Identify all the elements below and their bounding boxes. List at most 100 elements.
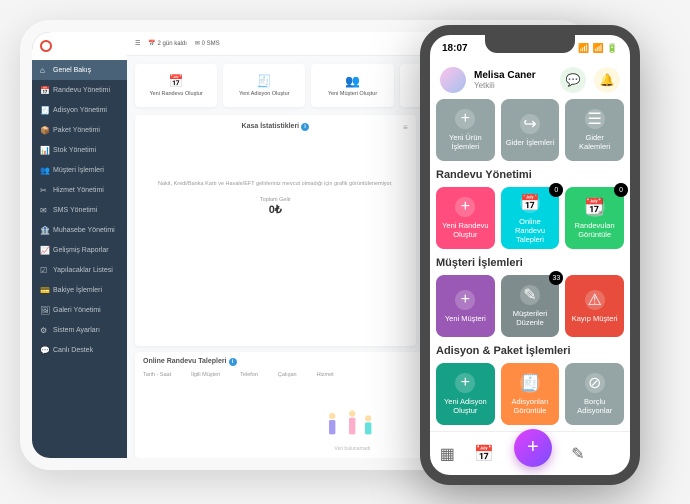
action-tile[interactable]: +Yeni Adisyon Oluştur xyxy=(436,363,495,425)
action-tile[interactable]: 📆Randevuları Görüntüle0 xyxy=(565,187,624,249)
tile-icon: ✎ xyxy=(520,285,540,305)
panel-title: Kasa İstatistiklerii xyxy=(143,123,408,131)
nav-grid-icon[interactable]: ▦ xyxy=(440,444,455,464)
sidebar-label: Gelişmiş Raporlar xyxy=(53,247,109,254)
sidebar-item[interactable]: 🖼 Galeri Yönetimi xyxy=(32,300,127,320)
quick-action-card[interactable]: 👥Yeni Müşteri Oluştur xyxy=(311,64,393,107)
sidebar-item[interactable]: ⌂Genel Bakış xyxy=(32,60,127,80)
total-amount: 0₺ xyxy=(143,203,408,216)
section-title: Randevu Yönetimi xyxy=(436,169,624,181)
tile-label: Online Randevu Talepleri xyxy=(505,217,556,244)
tile-label: Yeni Müşteri xyxy=(445,314,486,323)
logo-icon xyxy=(40,40,52,52)
tile-label: Gider İşlemleri xyxy=(506,138,554,147)
tile-icon: 📆 xyxy=(585,197,605,217)
info-icon[interactable]: i xyxy=(301,123,309,131)
phone-body: +Yeni Ürün İşlemleri↪Gider İşlemleri ☰ Gid… xyxy=(430,99,630,431)
tile-icon: ☰ xyxy=(585,109,605,129)
sidebar-icon: 📊 xyxy=(40,146,48,154)
sidebar-icon: 🏦 xyxy=(40,226,48,234)
action-tile[interactable]: 🧾 Adisyonları Görüntüle xyxy=(501,363,560,425)
cash-stats-panel: Kasa İstatistiklerii Nakit, Kredi/Banka … xyxy=(135,115,416,346)
status-time: 18:07 xyxy=(442,43,468,54)
sidebar-icon: 💬 xyxy=(40,346,48,354)
tile-icon: ⚠ xyxy=(585,290,605,310)
sidebar-item[interactable]: 👥 Müşteri İşlemleri xyxy=(32,160,127,180)
notification-button[interactable]: 🔔 xyxy=(594,67,620,93)
tile-label: Adisyonları Görüntüle xyxy=(505,397,556,415)
tile-icon: 🧾 xyxy=(520,373,540,393)
filter-icon[interactable]: ≡ xyxy=(403,123,408,132)
table-col: Telefon xyxy=(240,372,258,378)
action-tile[interactable]: 📅Online Randevu Talepleri0 xyxy=(501,187,560,249)
sidebar-icon: 💳 xyxy=(40,286,48,294)
sidebar-label: Genel Bakış xyxy=(53,67,91,74)
tile-badge: 33 xyxy=(549,271,563,285)
sidebar-label: Bakiye İşlemleri xyxy=(53,287,102,294)
sidebar-item[interactable]: 📈Gelişmiş Raporlar xyxy=(32,240,127,260)
user-name: Melisa Caner xyxy=(474,70,552,81)
nav-calendar-icon[interactable]: 📅 xyxy=(474,444,494,464)
phone-header: Melisa Caner Yetkili 💬 🔔 xyxy=(430,61,630,99)
sidebar-item[interactable]: ☑Yapılacaklar Listesi xyxy=(32,260,127,280)
sidebar-label: Hizmet Yönetimi xyxy=(53,187,104,194)
sidebar-item[interactable]: 💳 Bakiye İşlemleri xyxy=(32,280,127,300)
tile-row: +Yeni Randevu Oluştur 📅 Online Randevu Tal… xyxy=(436,187,624,249)
user-info: Melisa Caner Yetkili xyxy=(474,70,552,90)
action-tile[interactable]: ✎Müşterileri Düzenle33 xyxy=(501,275,560,337)
tile-label: Randevuları Görüntüle xyxy=(569,221,620,239)
quick-label: Yeni Randevu Oluştur xyxy=(149,91,202,97)
sidebar-label: Müşteri İşlemleri xyxy=(53,167,104,174)
sidebar-label: Yapılacaklar Listesi xyxy=(53,267,113,274)
logo: salon randevu xyxy=(32,32,127,60)
sidebar-item[interactable]: 🧾Adisyon Yönetimi xyxy=(32,100,127,120)
sidebar-item[interactable]: ✂ Hizmet Yönetimi xyxy=(32,180,127,200)
sidebar-label: Stok Yönetimi xyxy=(53,147,96,154)
sidebar-item[interactable]: 💬Canlı Destek xyxy=(32,340,127,360)
sidebar-label: Sistem Ayarları xyxy=(53,327,100,334)
tile-row: +Yeni Ürün İşlemleri↪Gider İşlemleri ☰ Gid… xyxy=(436,99,624,161)
action-tile[interactable]: ↪Gider İşlemleri xyxy=(501,99,560,161)
sidebar-icon: ✂ xyxy=(40,186,48,194)
action-tile[interactable]: ⚠ Kayıp Müşteri xyxy=(565,275,624,337)
sidebar-item[interactable]: ✉SMS Yönetimi xyxy=(32,200,127,220)
sidebar-item[interactable]: 📅Randevu Yönetimi xyxy=(32,80,127,100)
sidebar-label: Galeri Yönetimi xyxy=(53,307,101,314)
sidebar-icon: 🖼 xyxy=(40,306,48,314)
sidebar-item[interactable]: 📦Paket Yönetimi xyxy=(32,120,127,140)
tile-row: + Yeni Müşteri ✎Müşterileri Düzenle33 ⚠ Kayı… xyxy=(436,275,624,337)
table-col: Tarih - Saat xyxy=(143,372,171,378)
nav-edit-icon[interactable]: ✎ xyxy=(571,444,584,464)
sidebar-label: Muhasebe Yönetimi xyxy=(53,227,115,234)
phone-device: 18:07 📶📶🔋 Melisa Caner Yetkili 💬 🔔 +Yeni… xyxy=(420,25,640,485)
sidebar-icon: 👥 xyxy=(40,166,48,174)
user-role: Yetkili xyxy=(474,81,552,90)
action-tile[interactable]: +Yeni Randevu Oluştur xyxy=(436,187,495,249)
menu-icon[interactable]: ☰ xyxy=(135,40,140,47)
action-tile[interactable]: ⊘Borçlu Adisyonlar xyxy=(565,363,624,425)
phone-notch xyxy=(485,35,575,53)
sidebar-item[interactable]: ⚙Sistem Ayarları xyxy=(32,320,127,340)
action-tile[interactable]: +Yeni Ürün İşlemleri xyxy=(436,99,495,161)
quick-action-card[interactable]: 📅 Yeni Randevu Oluştur xyxy=(135,64,217,107)
avatar[interactable] xyxy=(440,67,466,93)
quick-icon: 📅 xyxy=(139,74,213,88)
action-tile[interactable]: + Yeni Müşteri xyxy=(436,275,495,337)
tile-label: Borçlu Adisyonlar xyxy=(569,397,620,415)
tile-label: Kayıp Müşteri xyxy=(572,314,618,323)
bottom-nav: ▦ 📅 + ✎ ⋯ xyxy=(430,431,630,475)
message-button[interactable]: 💬 xyxy=(560,67,586,93)
sidebar-item[interactable]: 📊 Stok Yönetimi xyxy=(32,140,127,160)
fab-add-button[interactable]: + xyxy=(514,429,552,467)
tile-icon: + xyxy=(455,290,475,310)
sidebar-item[interactable]: 🏦 Muhasebe Yönetimi xyxy=(32,220,127,240)
tile-label: Gider Kalemleri xyxy=(569,133,620,151)
info-icon[interactable]: i xyxy=(229,358,237,366)
action-tile[interactable]: ☰ Gider Kalemleri xyxy=(565,99,624,161)
logo-text: salon randevu xyxy=(54,43,98,50)
empty-chart-message: Nakit, Kredi/Banka Kartı ve Havale/EFT g… xyxy=(143,181,408,189)
quick-action-card[interactable]: 🧾Yeni Adisyon Oluştur xyxy=(223,64,305,107)
sidebar-icon: 🧾 xyxy=(40,106,48,114)
tile-icon: 📅 xyxy=(520,193,540,213)
sidebar: salon randevu ⌂Genel Bakış📅Randevu Yönet… xyxy=(32,32,127,458)
